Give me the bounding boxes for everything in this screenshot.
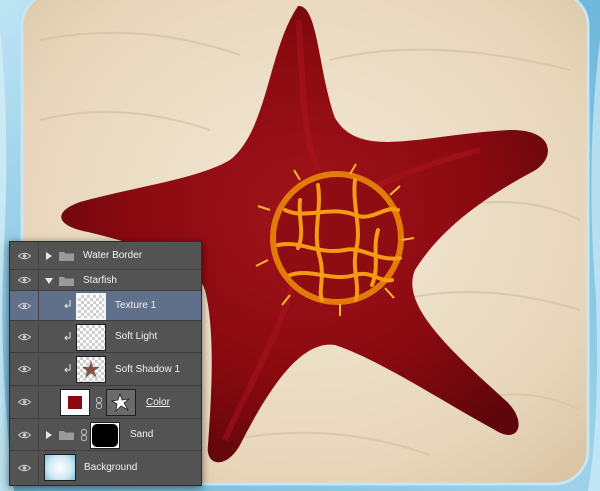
visibility-toggle[interactable] — [10, 451, 39, 485]
fill-color-swatch — [68, 396, 82, 409]
layer-row-color[interactable]: Color — [10, 386, 201, 419]
eye-icon — [17, 398, 31, 406]
eye-icon — [17, 365, 31, 373]
layer-thumbnail — [76, 324, 106, 351]
chain-link-icon[interactable] — [96, 397, 102, 409]
layer-thumbnail — [44, 454, 76, 481]
visibility-toggle[interactable] — [10, 270, 39, 290]
eye-icon — [17, 464, 31, 472]
visibility-toggle[interactable] — [10, 353, 39, 385]
layer-row-soft-light[interactable]: Soft Light — [10, 321, 201, 353]
layer-name: Texture 1 — [115, 300, 157, 311]
layer-name: Water Border — [83, 250, 143, 261]
layer-name: Sand — [130, 429, 154, 440]
layer-name: Background — [84, 462, 138, 473]
layer-mask-thumbnail[interactable] — [90, 422, 120, 449]
starfish-shadow-thumbnail — [82, 361, 100, 378]
triangle-icon[interactable] — [46, 252, 52, 260]
visibility-toggle[interactable] — [10, 386, 39, 418]
folder-icon — [59, 252, 74, 261]
eye-icon — [17, 431, 31, 438]
layer-row-sand[interactable]: Sand — [10, 419, 201, 451]
layers-panel: Water Border Starfish Texture 1 Soft Lig… — [9, 241, 202, 486]
layer-name: Soft Shadow 1 — [115, 364, 181, 375]
layer-name: Color — [146, 397, 170, 408]
triangle-icon[interactable] — [45, 278, 53, 284]
visibility-toggle[interactable] — [10, 242, 39, 269]
visibility-toggle[interactable] — [10, 321, 39, 352]
layer-row-water-border[interactable]: Water Border — [10, 242, 201, 270]
eye-icon — [17, 276, 31, 284]
layer-thumbnail — [76, 356, 106, 383]
visibility-toggle[interactable] — [10, 419, 39, 450]
eye-icon — [17, 302, 31, 309]
layer-name: Starfish — [83, 275, 117, 286]
layer-row-background[interactable]: Background — [10, 451, 201, 485]
layer-name: Soft Light — [115, 331, 158, 342]
chain-link-icon[interactable] — [81, 429, 87, 441]
vector-mask-thumbnail[interactable] — [106, 389, 136, 416]
starfish-mask-icon — [110, 392, 131, 413]
fill-color-thumbnail[interactable] — [60, 389, 90, 416]
layer-row-starfish[interactable]: Starfish — [10, 270, 201, 291]
clipping-arrow-icon — [64, 332, 71, 341]
visibility-toggle[interactable] — [10, 291, 39, 320]
clipping-arrow-icon — [64, 300, 71, 309]
layer-row-soft-shadow-1[interactable]: Soft Shadow 1 — [10, 353, 201, 386]
folder-icon — [59, 431, 74, 440]
layer-row-texture-1[interactable]: Texture 1 — [10, 291, 201, 321]
layer-thumbnail — [76, 293, 106, 320]
folder-icon — [59, 277, 74, 286]
mask-shape — [92, 424, 118, 447]
eye-icon — [17, 252, 31, 259]
clipping-arrow-icon — [64, 364, 71, 373]
triangle-icon[interactable] — [46, 431, 52, 439]
eye-icon — [17, 333, 31, 340]
